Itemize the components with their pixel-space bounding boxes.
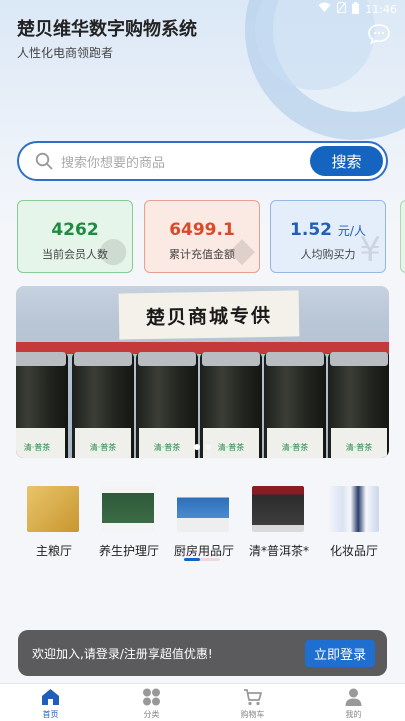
- category-thumbnail: [177, 486, 229, 532]
- tab-label: 我的: [345, 710, 362, 719]
- search-input[interactable]: 搜索你想要的商品: [61, 152, 165, 171]
- tea-jar-image: 清·普茶: [200, 352, 262, 458]
- search-icon: [35, 152, 53, 170]
- stat-card-next: [400, 200, 405, 273]
- category-icon: [142, 688, 161, 706]
- tea-jar-image: 清·普茶: [264, 352, 326, 458]
- app-title: 楚贝维华数字购物系统: [17, 19, 197, 40]
- category-scroll-indicator: [184, 558, 220, 561]
- stat-label: 当前会员人数: [42, 248, 108, 261]
- stat-value: 6499.1: [169, 220, 235, 240]
- status-time: 11:46: [365, 2, 397, 16]
- search-button[interactable]: 搜索: [310, 146, 383, 176]
- stat-number: 1.52: [290, 220, 332, 240]
- search-bar[interactable]: 搜索你想要的商品 搜索: [17, 141, 388, 181]
- category-label: 养生护理厅: [98, 544, 159, 558]
- stat-card-purchasing-power: ¥ 1.52 元/人 人均购买力: [270, 200, 386, 273]
- category-label: 清*普洱茶*: [248, 544, 309, 558]
- category-thumbnail: [252, 486, 304, 532]
- user-icon: [344, 688, 363, 706]
- message-icon[interactable]: [367, 23, 391, 45]
- login-prompt-message: 欢迎加入,请登录/注册享超值优惠!: [32, 647, 213, 661]
- tea-jar-image: 清·普茶: [16, 352, 68, 458]
- banner-sign: 楚贝商城专供: [118, 290, 300, 340]
- promo-banner[interactable]: 楚贝商城专供 清·普茶 清·普茶 清·普茶 清·普茶 清·普茶 清·普茶: [16, 286, 389, 458]
- login-prompt-bar: 欢迎加入,请登录/注册享超值优惠! 立即登录: [18, 630, 387, 676]
- stat-value: 1.52 元/人: [271, 220, 385, 240]
- stat-card-members: ● 4262 当前会员人数: [17, 200, 133, 273]
- cart-icon: [243, 688, 262, 706]
- app-subtitle: 人性化电商领跑者: [17, 46, 114, 60]
- bottom-tab-bar: 首页 分类 购物车 我的: [0, 683, 405, 721]
- tea-jar-image: 清·普茶: [72, 352, 134, 458]
- category-thumbnail: [327, 486, 379, 532]
- category-thumbnail: [102, 486, 154, 532]
- stat-label: 累计充值金额: [169, 248, 235, 261]
- stat-value: 4262: [51, 220, 99, 240]
- category-label: 化妆品厅: [329, 544, 378, 558]
- tab-home[interactable]: 首页: [0, 687, 101, 721]
- wifi-icon: [318, 2, 331, 16]
- stat-card-recharge: ◆ 6499.1 累计充值金额: [144, 200, 260, 273]
- stat-unit: 元/人: [337, 224, 366, 238]
- pagination-dot: [194, 444, 200, 450]
- tab-label: 首页: [42, 710, 59, 719]
- category-label: 厨房用品厅: [173, 544, 234, 558]
- battery-icon: [352, 1, 360, 17]
- tab-label: 分类: [143, 710, 160, 719]
- stat-label: 人均购买力: [300, 248, 356, 261]
- tea-jar-image: 清·普茶: [328, 352, 389, 458]
- tab-label: 购物车: [240, 710, 265, 719]
- category-label: 主粮厅: [35, 544, 72, 558]
- tab-cart[interactable]: 购物车: [202, 687, 303, 721]
- pagination-dot: [205, 444, 211, 450]
- tab-category[interactable]: 分类: [101, 687, 202, 721]
- home-icon: [41, 688, 60, 706]
- banner-pagination: [16, 444, 389, 450]
- tab-profile[interactable]: 我的: [303, 687, 404, 721]
- tea-jar-image: 清·普茶: [136, 352, 198, 458]
- login-button[interactable]: 立即登录: [305, 640, 375, 667]
- category-thumbnail: [27, 486, 79, 532]
- no-sim-icon: [336, 1, 347, 16]
